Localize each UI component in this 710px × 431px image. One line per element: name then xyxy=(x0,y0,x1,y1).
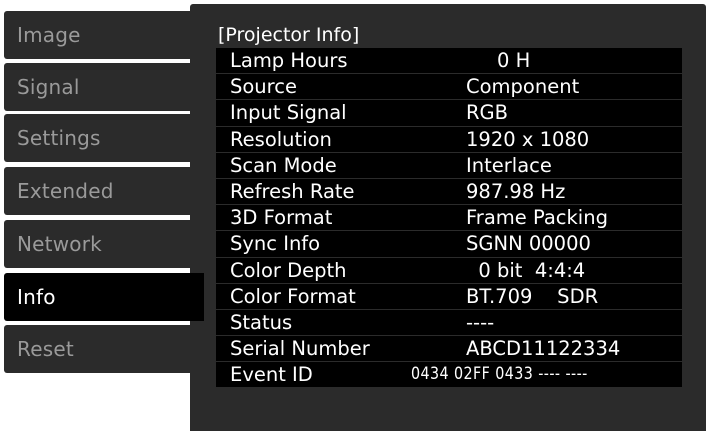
info-label: Color Format xyxy=(230,284,356,308)
info-label: Event ID xyxy=(230,363,313,387)
sidebar-item-signal[interactable]: Signal xyxy=(4,63,203,111)
info-value: 987.98 Hz xyxy=(466,179,566,203)
info-row-input-signal: Input Signal RGB xyxy=(216,100,682,127)
sidebar-item-info[interactable]: Info xyxy=(4,273,204,321)
info-value: Interlace xyxy=(466,153,552,177)
info-label: Status xyxy=(230,310,293,334)
projector-menu: Image Signal Settings Extended Network I… xyxy=(0,0,710,431)
info-value: ---- xyxy=(466,310,495,334)
info-label: Color Depth xyxy=(230,258,347,282)
sidebar-item-reset[interactable]: Reset xyxy=(4,325,203,373)
info-row-color-format: Color Format BT.709 SDR xyxy=(216,283,682,310)
info-value: Frame Packing xyxy=(466,206,608,230)
info-value: 0434 02FF 0433 ---- ---- xyxy=(411,364,588,385)
info-label: Scan Mode xyxy=(230,153,337,177)
info-row-sync-info: Sync Info SGNN 00000 xyxy=(216,231,682,258)
info-value: 0 bit 4:4:4 xyxy=(466,258,586,282)
info-value: BT.709 SDR xyxy=(466,284,599,308)
info-value: 0 H xyxy=(466,49,531,72)
info-row-scan-mode: Scan Mode Interlace xyxy=(216,152,682,179)
info-value: SGNN 00000 xyxy=(466,232,591,256)
panel-title: [Projector Info] xyxy=(218,24,360,46)
info-label: 3D Format xyxy=(230,206,333,230)
info-label: Refresh Rate xyxy=(230,179,355,203)
info-row-lamp-hours: Lamp Hours 0 H xyxy=(216,48,682,75)
info-label: Lamp Hours xyxy=(230,49,348,72)
info-row-resolution: Resolution 1920 x 1080 xyxy=(216,126,682,153)
sidebar-item-extended[interactable]: Extended xyxy=(4,167,203,215)
info-row-source: Source Component xyxy=(216,74,682,101)
info-label: Source xyxy=(230,75,297,99)
info-row-3d-format: 3D Format Frame Packing xyxy=(216,205,682,232)
info-row-refresh-rate: Refresh Rate 987.98 Hz xyxy=(216,178,682,206)
info-row-status: Status ---- xyxy=(216,309,682,337)
info-value: 1920 x 1080 xyxy=(466,127,590,151)
info-label: Serial Number xyxy=(230,337,370,361)
info-value: Component xyxy=(466,75,580,99)
info-label: Resolution xyxy=(230,127,332,151)
info-row-color-depth: Color Depth 0 bit 4:4:4 xyxy=(216,257,682,284)
info-value: ABCD11122334 xyxy=(466,337,621,361)
sidebar-item-settings[interactable]: Settings xyxy=(4,114,203,162)
sidebar-item-image[interactable]: Image xyxy=(4,11,203,59)
info-row-serial-number: Serial Number ABCD11122334 xyxy=(216,336,682,363)
projector-info-table: Lamp Hours 0 H Source Component Input Si… xyxy=(216,48,682,389)
info-value: RGB xyxy=(466,101,509,125)
info-row-event-id: Event ID 0434 02FF 0433 ---- ---- xyxy=(216,362,682,389)
info-label: Sync Info xyxy=(230,232,321,256)
info-panel: [Projector Info] Lamp Hours 0 H Source C… xyxy=(190,4,706,431)
info-label: Input Signal xyxy=(230,101,347,125)
sidebar-item-network[interactable]: Network xyxy=(4,220,203,268)
